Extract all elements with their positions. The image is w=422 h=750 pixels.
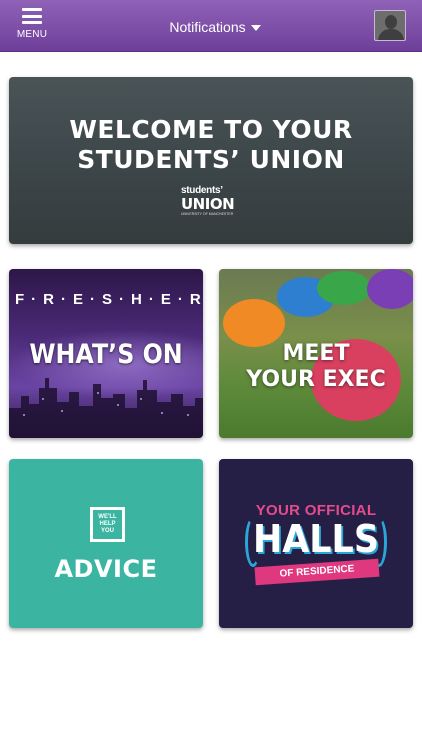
well-help-you-badge: WE'LL HELP YOU xyxy=(90,507,125,542)
freshers-heading: F·R·E·S·H·E·R·S xyxy=(15,291,203,308)
menu-button[interactable]: MENU xyxy=(10,6,54,46)
advice-heading: ADVICE xyxy=(54,555,158,583)
whats-on-heading: WHAT’S ON xyxy=(29,339,183,370)
green-umbrella xyxy=(317,271,371,305)
residence-ribbon: OF RESIDENCE xyxy=(254,558,380,586)
user-avatar-icon[interactable] xyxy=(374,10,406,41)
freshers-whats-on-card[interactable]: F·R·E·S·H·E·R·S WHAT’S ON xyxy=(9,269,203,438)
menu-label: MENU xyxy=(16,29,48,40)
badge-line-3: YOU xyxy=(100,528,114,534)
notifications-label: Notifications xyxy=(169,19,246,35)
welcome-line-1: WELCOME TO YOUR xyxy=(69,115,353,144)
exec-line-2: YOUR EXEC xyxy=(246,367,386,392)
halls-of-residence-card[interactable]: YOUR OFFICIAL HALLS OF RESIDENCE xyxy=(219,459,413,628)
exec-line-1: MEET xyxy=(282,341,350,366)
advice-card[interactable]: WE'LL HELP YOU ADVICE xyxy=(9,459,203,628)
welcome-line-2: STUDENTS’ UNION xyxy=(77,145,345,174)
logo-big-text: UNION xyxy=(181,195,235,213)
badge-line-2: HELP xyxy=(99,521,116,527)
logo-tiny-text: UNIVERSITY OF MANCHESTER xyxy=(181,212,234,216)
city-skyline-image xyxy=(9,378,203,438)
halls-heading: HALLS xyxy=(252,517,380,561)
purple-umbrella xyxy=(367,269,413,309)
students-union-logo: students’ UNION UNIVERSITY OF MANCHESTER xyxy=(181,185,243,221)
notifications-dropdown[interactable]: Notifications xyxy=(160,17,270,37)
hamburger-menu-icon xyxy=(22,8,42,24)
orange-umbrella xyxy=(223,299,285,347)
welcome-title: WELCOME TO YOUR STUDENTS’ UNION xyxy=(9,115,413,175)
caret-down-icon xyxy=(250,24,261,31)
badge-line-1: WE'LL xyxy=(98,514,117,520)
welcome-card[interactable]: WELCOME TO YOUR STUDENTS’ UNION students… xyxy=(9,77,413,244)
meet-your-exec-heading: MEET YOUR EXEC xyxy=(219,341,413,393)
meet-your-exec-card[interactable]: MEET YOUR EXEC xyxy=(219,269,413,438)
top-bar: MENU Notifications xyxy=(0,0,422,52)
